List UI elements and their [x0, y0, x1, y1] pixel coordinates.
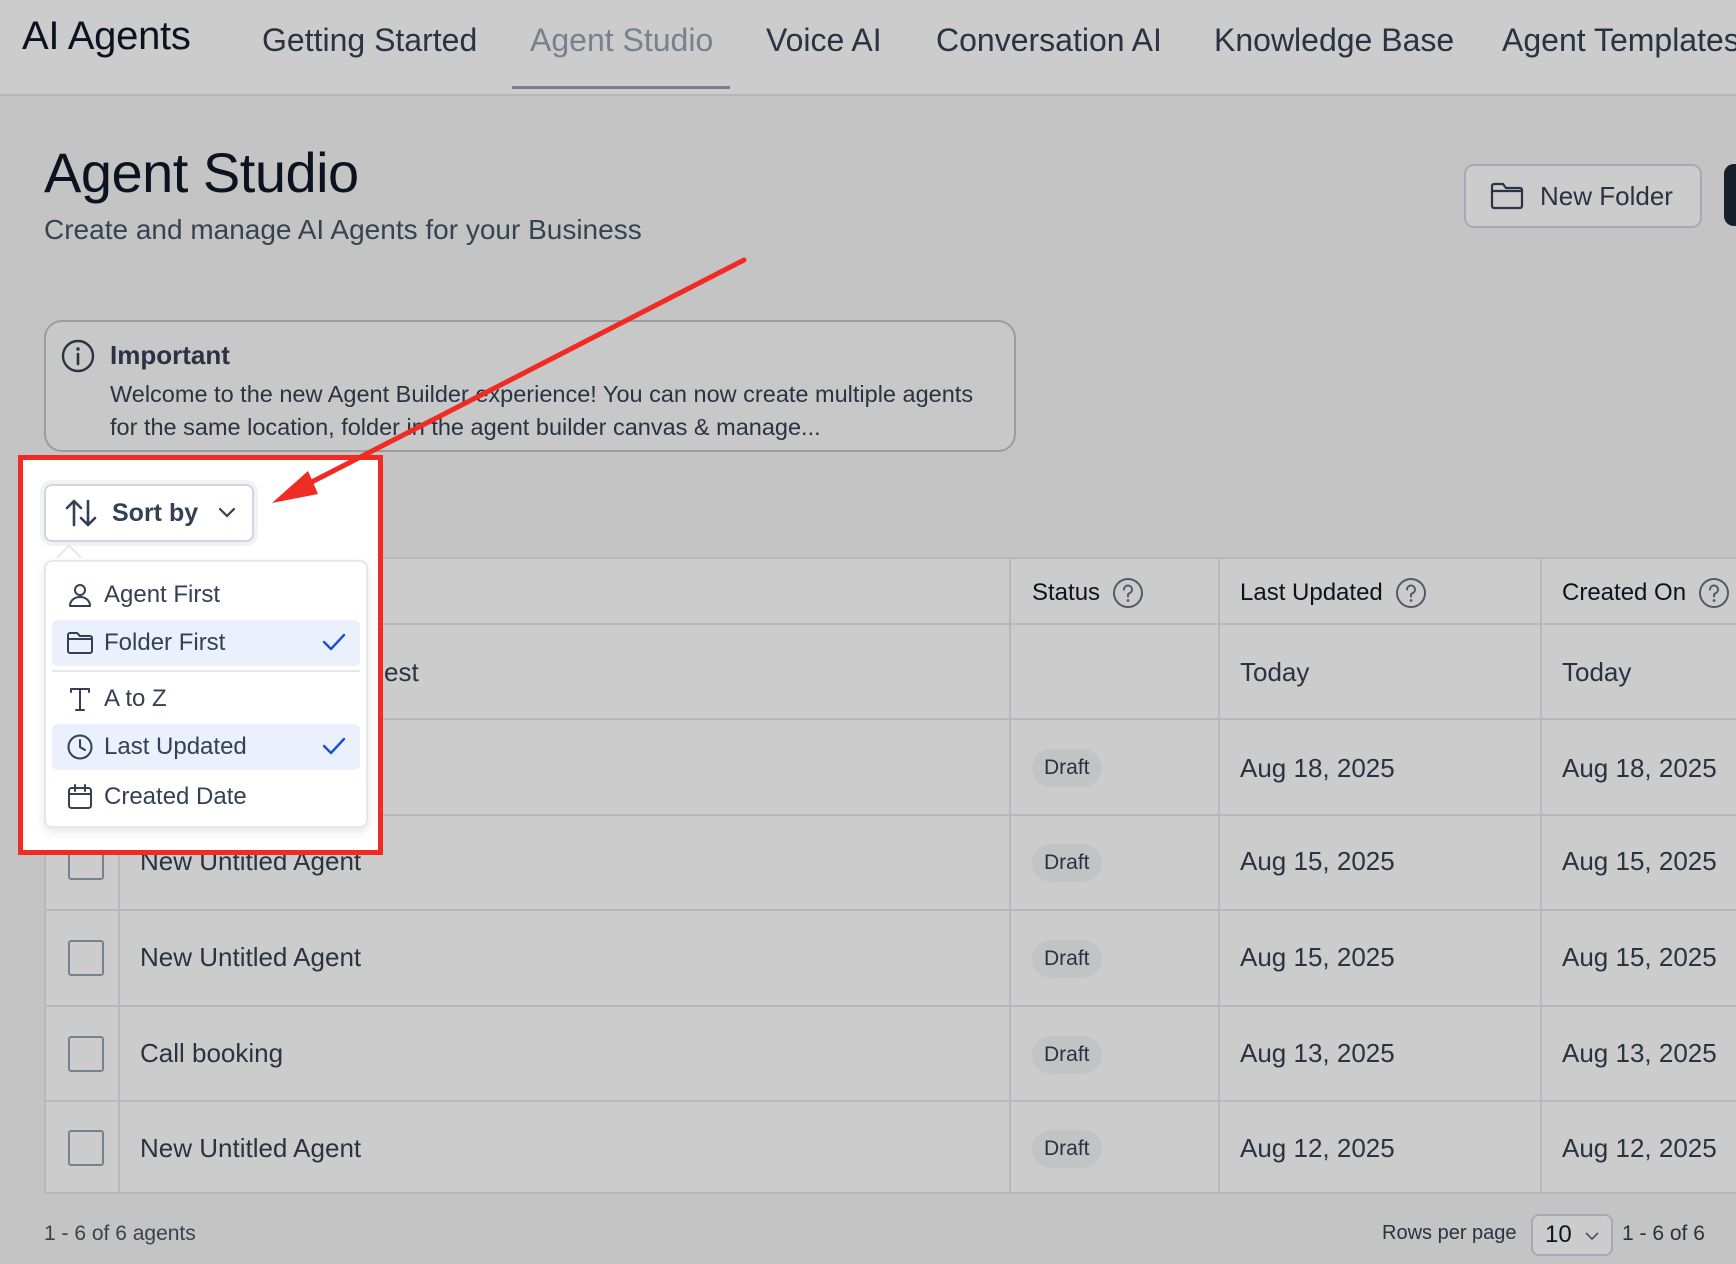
- page: AI Agents Getting Started Agent Studio V…: [0, 0, 1736, 1264]
- annotation-arrow: [272, 257, 747, 503]
